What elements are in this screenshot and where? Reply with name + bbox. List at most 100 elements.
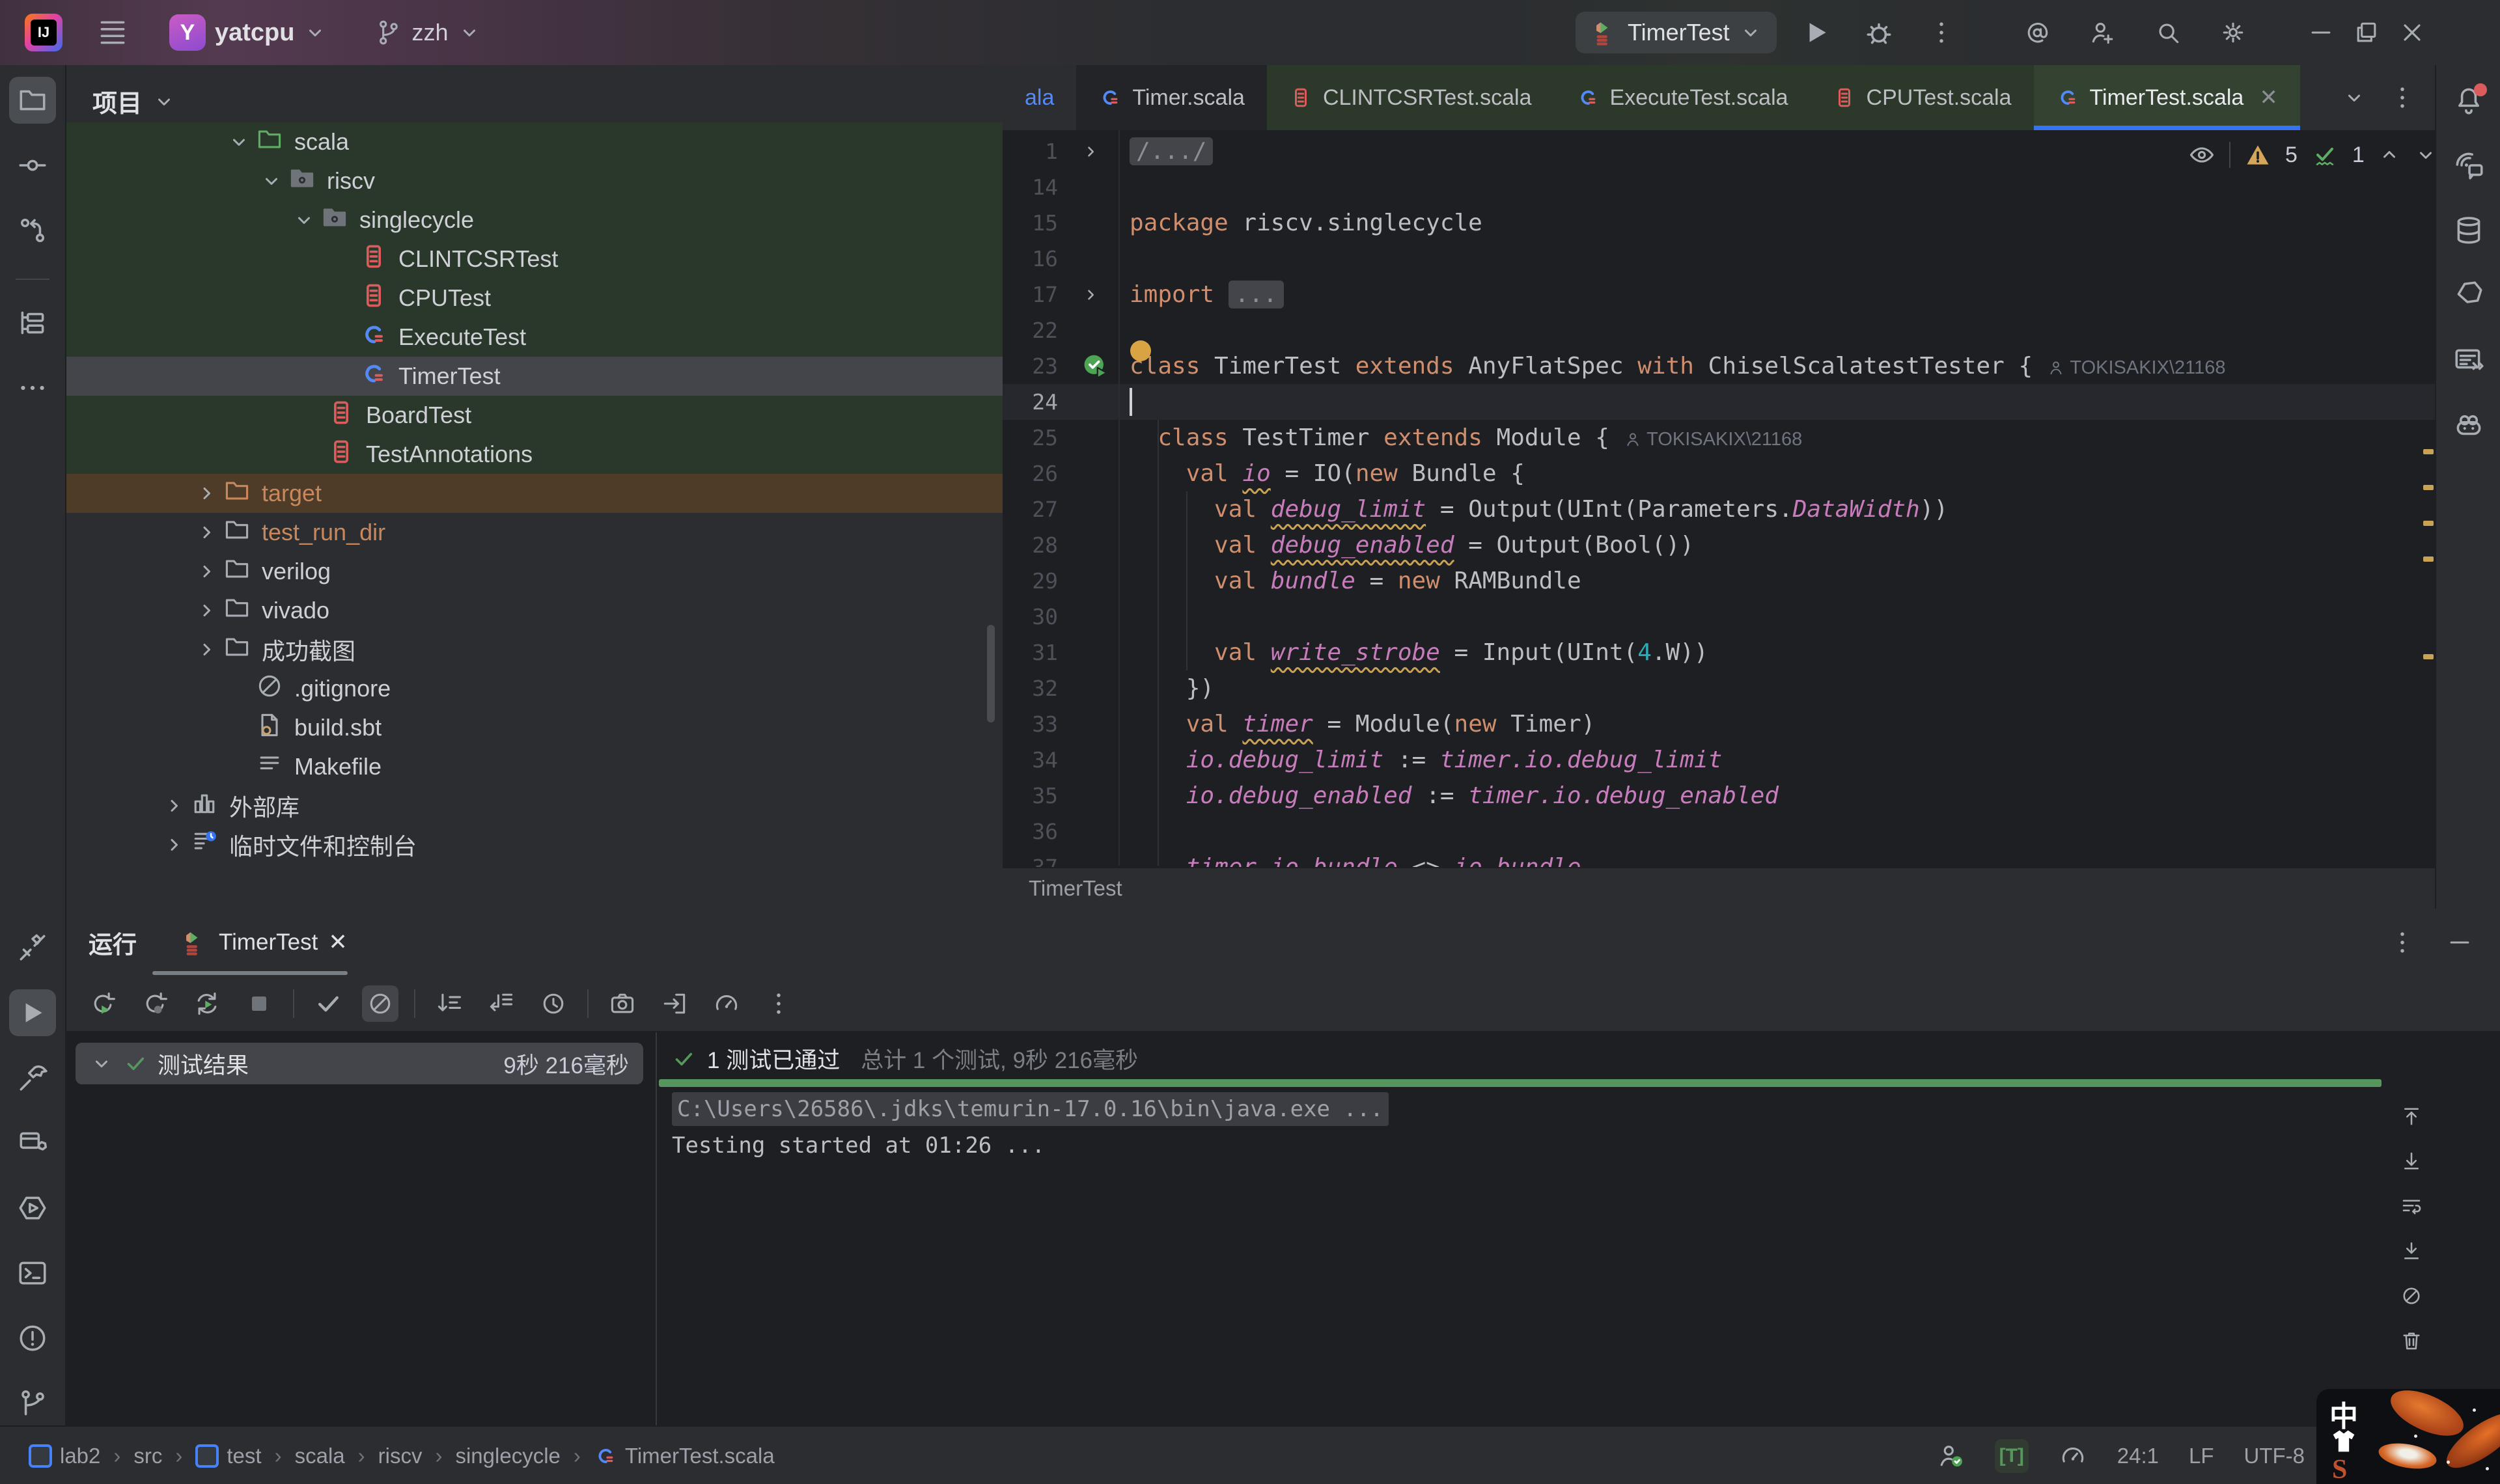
run-tab-timertest[interactable]: TimerTest ✕ bbox=[176, 928, 352, 957]
license-user-icon[interactable] bbox=[1936, 1442, 1965, 1470]
run-toolbar-history-button[interactable] bbox=[535, 985, 572, 1022]
tree-item-build.sbt[interactable]: build.sbt bbox=[66, 708, 1159, 747]
console-scroll-to-end-button[interactable] bbox=[2396, 1239, 2427, 1265]
chevron-right-icon[interactable] bbox=[195, 638, 218, 661]
tree-item-target[interactable]: target bbox=[66, 474, 1126, 513]
tree-item-临时文件和控制台[interactable]: 临时文件和控制台 bbox=[66, 825, 1094, 864]
run-toolbar-snapshot-button[interactable] bbox=[604, 985, 641, 1022]
tool-window-button-problems[interactable] bbox=[9, 1315, 56, 1362]
warning-stripe-mark[interactable] bbox=[2423, 485, 2434, 490]
run-panel-options-icon[interactable] bbox=[2388, 928, 2417, 957]
tab-options-icon[interactable] bbox=[2388, 83, 2417, 112]
tree-item-test_run_dir[interactable]: test_run_dir bbox=[66, 513, 1126, 552]
tree-item-成功截图[interactable]: 成功截图 bbox=[66, 630, 1126, 669]
editor-tab-CLINTCSRTest.scala[interactable]: CLINTCSRTest.scala bbox=[1267, 65, 1554, 130]
breadcrumb-TimerTest.scala[interactable]: TimerTest.scala bbox=[594, 1444, 775, 1468]
run-toolbar-sort-button[interactable] bbox=[431, 985, 467, 1022]
tool-window-button-version-control[interactable] bbox=[9, 1380, 56, 1427]
chevron-right-icon[interactable] bbox=[195, 560, 218, 583]
chevron-right-icon[interactable] bbox=[162, 833, 186, 857]
vcs-branch-widget[interactable]: zzh bbox=[370, 18, 484, 48]
editor-tab-CPUTest.scala[interactable]: CPUTest.scala bbox=[1811, 65, 2034, 130]
tool-window-button-build-tools[interactable] bbox=[9, 924, 56, 971]
tool-window-button-assistant-robot[interactable] bbox=[2445, 402, 2492, 449]
breadcrumb-lab2[interactable]: lab2 bbox=[29, 1444, 100, 1468]
run-toolbar-show-passed-button[interactable] bbox=[310, 985, 346, 1022]
console-scroll-top-button[interactable] bbox=[2396, 1104, 2427, 1131]
warning-stripe-mark[interactable] bbox=[2423, 556, 2434, 562]
ai-at-button[interactable] bbox=[2015, 10, 2061, 55]
minimize-window-button[interactable] bbox=[2298, 10, 2344, 55]
tree-item-外部库[interactable]: 外部库 bbox=[66, 786, 1094, 825]
ime-language-indicator[interactable]: 中 bbox=[2329, 1393, 2358, 1435]
run-configuration-selector[interactable]: TimerTest bbox=[1576, 12, 1777, 53]
tree-item-scala[interactable]: scala bbox=[66, 122, 1159, 161]
tool-window-button-dependencies[interactable] bbox=[2445, 272, 2492, 319]
warning-count[interactable]: 5 bbox=[2285, 143, 2298, 168]
run-button[interactable] bbox=[1794, 10, 1839, 55]
tree-item-vivado[interactable]: vivado bbox=[66, 591, 1126, 630]
run-toolbar-profiler-button[interactable] bbox=[708, 985, 745, 1022]
highlighting-level-icon[interactable] bbox=[2188, 141, 2216, 169]
project-widget[interactable]: Y yatcpu bbox=[165, 14, 331, 51]
run-toolbar-collapse-button[interactable] bbox=[483, 985, 520, 1022]
tool-window-button-terminal[interactable] bbox=[9, 1250, 56, 1297]
tool-window-button-structure[interactable] bbox=[9, 299, 56, 346]
run-toolbar-rerun-button[interactable] bbox=[85, 985, 121, 1022]
test-results-row[interactable]: 测试结果 9秒 216毫秒 bbox=[76, 1043, 643, 1084]
tree-item-Makefile[interactable]: Makefile bbox=[66, 747, 1159, 786]
fold-marker-icon[interactable] bbox=[1081, 285, 1100, 305]
next-problem-icon[interactable] bbox=[2414, 143, 2438, 167]
tool-window-button-services[interactable] bbox=[9, 1120, 56, 1166]
prev-problem-icon[interactable] bbox=[2378, 143, 2401, 167]
editor-tab-Timer.scala[interactable]: Timer.scala bbox=[1076, 65, 1267, 130]
editor-breadcrumb[interactable]: TimerTest bbox=[1003, 867, 2435, 909]
tree-item-.gitignore[interactable]: .gitignore bbox=[66, 669, 1159, 708]
breadcrumb-riscv[interactable]: riscv bbox=[378, 1444, 423, 1468]
console-scroll-bottom-button[interactable] bbox=[2396, 1149, 2427, 1175]
hidden-tabs-icon[interactable] bbox=[2342, 86, 2366, 109]
ime-brand-logo[interactable]: S bbox=[2332, 1454, 2347, 1484]
tool-window-button-commit[interactable] bbox=[9, 142, 56, 189]
editor-tab-TimerTest.scala[interactable]: TimerTest.scala✕ bbox=[2034, 65, 2300, 130]
project-tree-scrollbar[interactable] bbox=[987, 625, 995, 722]
chevron-down-icon[interactable] bbox=[227, 130, 251, 154]
maximize-window-button[interactable] bbox=[2344, 10, 2389, 55]
chevron-right-icon[interactable] bbox=[162, 794, 186, 818]
breadcrumb-test[interactable]: test bbox=[195, 1444, 261, 1468]
author-inlay-hint[interactable]: TOKISAKIX\21168 bbox=[2047, 357, 2226, 378]
warning-stripe-mark[interactable] bbox=[2423, 654, 2434, 659]
tool-window-button-run[interactable] bbox=[9, 989, 56, 1036]
more-run-actions-button[interactable] bbox=[1919, 10, 1964, 55]
warning-stripe-mark[interactable] bbox=[2423, 521, 2434, 526]
run-toolbar-stop-button[interactable] bbox=[241, 985, 277, 1022]
user-plus-button[interactable] bbox=[2080, 10, 2126, 55]
chevron-right-icon[interactable] bbox=[195, 521, 218, 544]
test-passed-run-icon[interactable] bbox=[1081, 351, 1111, 381]
caret-position[interactable]: 24:1 bbox=[2117, 1444, 2159, 1468]
hide-panel-icon[interactable] bbox=[2445, 928, 2474, 957]
intention-bulb-icon[interactable] bbox=[1130, 340, 1151, 361]
tool-window-button-more-tool-windows[interactable] bbox=[9, 364, 56, 411]
tool-window-button-pull-requests[interactable] bbox=[9, 207, 56, 254]
gear-button[interactable] bbox=[2210, 10, 2256, 55]
warning-stripe-mark[interactable] bbox=[2423, 449, 2434, 454]
tree-item-verilog[interactable]: verilog bbox=[66, 552, 1126, 591]
passed-inspection-count[interactable]: 1 bbox=[2352, 143, 2365, 168]
editor-tab-ExecuteTest.scala[interactable]: ExecuteTest.scala bbox=[1554, 65, 1811, 130]
run-splitter[interactable] bbox=[656, 1032, 657, 1425]
tool-window-button-build[interactable] bbox=[9, 1054, 56, 1101]
tool-window-button-notifications[interactable] bbox=[2445, 77, 2492, 124]
chevron-right-icon[interactable] bbox=[195, 599, 218, 622]
close-run-tab-icon[interactable]: ✕ bbox=[328, 929, 347, 955]
editor-tab-ala[interactable]: ala bbox=[1003, 65, 1076, 130]
tool-window-button-database[interactable] bbox=[2445, 207, 2492, 254]
breadcrumb-scala[interactable]: scala bbox=[295, 1444, 345, 1468]
breadcrumb-singlecycle[interactable]: singlecycle bbox=[455, 1444, 560, 1468]
chevron-down-icon[interactable] bbox=[292, 208, 316, 232]
chevron-right-icon[interactable] bbox=[195, 482, 218, 505]
chevron-down-icon[interactable] bbox=[260, 169, 283, 193]
close-window-button[interactable] bbox=[2389, 10, 2435, 55]
main-menu-button[interactable] bbox=[92, 16, 133, 49]
line-separator[interactable]: LF bbox=[2189, 1444, 2214, 1468]
